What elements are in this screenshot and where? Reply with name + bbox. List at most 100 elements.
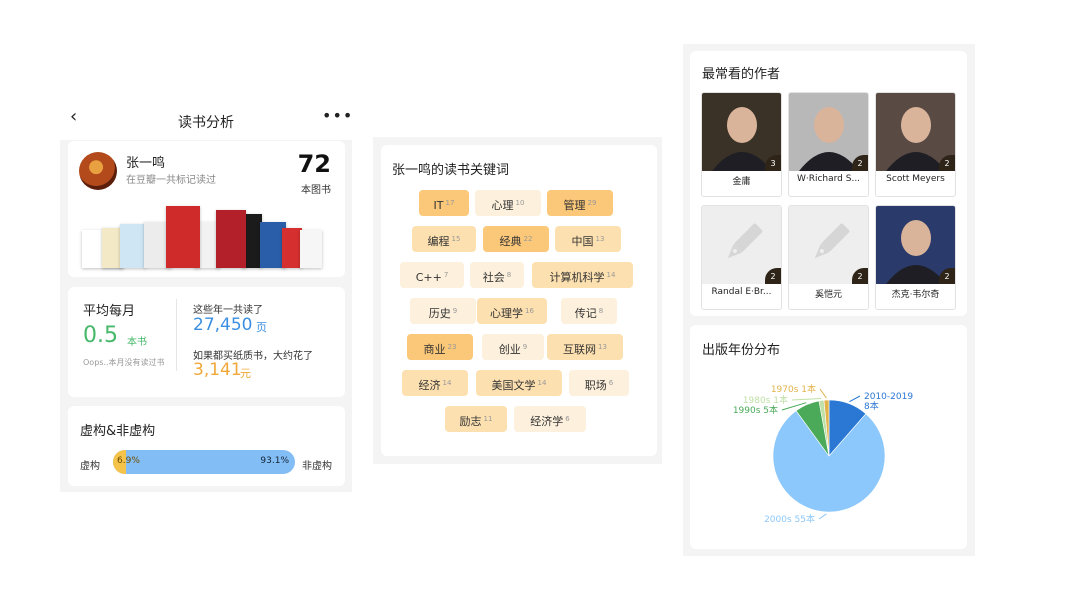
authors-title: 最常看的作者	[702, 67, 781, 82]
monthly-stats-card: 平均每月 0.5 本书 Oops..本月没有读过书 这些年一共读了 27,450…	[68, 287, 345, 397]
fiction-label: 虚构	[80, 461, 100, 472]
pie-leader-line	[849, 395, 861, 403]
pie-leader-line	[791, 398, 822, 401]
keyword-tag[interactable]: 历史 9	[410, 298, 476, 324]
authors-card: 最常看的作者 3 金庸 2 W·Richard S... 2 Scott Meyers 2 R…	[690, 51, 967, 316]
keyword-tag[interactable]: 职场 6	[569, 370, 629, 396]
avg-title: 平均每月	[83, 304, 136, 319]
keyword-count: 9	[522, 343, 528, 351]
book-cover-stack[interactable]	[82, 203, 332, 268]
keyword-label: 心理学	[490, 307, 524, 320]
author-name: 金庸	[732, 177, 751, 187]
keyword-tag[interactable]: 管理 29	[547, 190, 613, 216]
keyword-label: 互联网	[563, 343, 597, 356]
keyword-tag[interactable]: 社会 8	[470, 262, 524, 288]
keyword-label: 经济	[418, 379, 441, 392]
author-name: 杰克·韦尔奇	[891, 290, 940, 300]
books-read-unit: 本图书	[301, 185, 331, 196]
book-cover[interactable]	[282, 228, 302, 268]
author-card[interactable]: 3 金庸	[701, 92, 782, 197]
keyword-label: IT	[433, 199, 444, 212]
divider	[176, 299, 177, 371]
author-name: 奚恺元	[814, 290, 842, 300]
keyword-count: 16	[525, 307, 534, 315]
pie-label: 2010-2019 8本	[864, 392, 913, 412]
keyword-label: 管理	[563, 199, 586, 212]
book-cover[interactable]	[120, 224, 146, 268]
pie-label: 2000s 55本	[764, 513, 815, 525]
cost-unit: 元	[240, 367, 251, 380]
pie-leader-line	[818, 513, 827, 520]
pages-label: 这些年一共读了	[193, 305, 263, 316]
avg-value: 0.5	[83, 323, 118, 348]
keyword-count: 10	[515, 199, 525, 207]
pie-label: 1980s 1本	[743, 394, 788, 406]
fiction-percent: 6.9%	[117, 456, 140, 466]
keyword-tag[interactable]: 创业 9	[482, 334, 544, 360]
keyword-tag[interactable]: 美国文学 14	[476, 370, 562, 396]
author-card[interactable]: 2 Randal E·Br...	[701, 205, 782, 310]
keyword-count: 23	[447, 343, 457, 351]
avg-note: Oops..本月没有读过书	[83, 358, 165, 367]
keyword-count: 15	[451, 235, 461, 243]
books-read-count: 72	[297, 150, 331, 178]
keyword-count: 29	[587, 199, 597, 207]
author-name: W·Richard S...	[796, 174, 861, 184]
keyword-tag[interactable]: 编程 15	[412, 226, 476, 252]
book-cover[interactable]	[216, 210, 246, 268]
pie-leader-line	[819, 388, 827, 399]
keywords-card: 张一鸣的读书关键词 IT 17 心理 10 管理 29 编程 15 经典 22 中国 13 C++ 7 社会…	[381, 145, 657, 456]
keyword-count: 17	[445, 199, 455, 207]
keyword-count: 6	[565, 415, 570, 423]
pie-label: 1970s 1本	[771, 383, 816, 395]
keyword-count: 9	[452, 307, 458, 315]
keyword-count: 7	[443, 271, 449, 279]
keyword-tag[interactable]: 经济 14	[402, 370, 468, 396]
keyword-label: 励志	[459, 415, 482, 428]
author-card[interactable]: 2 杰克·韦尔奇	[875, 205, 956, 310]
keyword-count: 14	[537, 379, 547, 387]
keyword-tag[interactable]: 传记 8	[561, 298, 617, 324]
keyword-label: 历史	[428, 307, 451, 320]
keyword-count: 14	[606, 271, 616, 279]
keyword-tag[interactable]: 经典 22	[483, 226, 549, 252]
keyword-label: 创业	[498, 343, 521, 356]
fiction-title: 虚构&非虚构	[80, 424, 156, 439]
author-name: Scott Meyers	[886, 174, 945, 184]
keyword-label: 职场	[584, 379, 607, 392]
author-card[interactable]: 2 Scott Meyers	[875, 92, 956, 197]
keyword-tag[interactable]: 中国 13	[555, 226, 621, 252]
keyword-count: 8	[506, 271, 512, 279]
keyword-label: 社会	[482, 271, 505, 284]
author-card[interactable]: 2 奚恺元	[788, 205, 869, 310]
keyword-count: 6	[608, 379, 614, 387]
keyword-tag[interactable]: 心理学 16	[477, 298, 547, 324]
nonfiction-label: 非虚构	[302, 461, 332, 472]
book-cover[interactable]	[300, 230, 322, 268]
pages-unit: 页	[256, 321, 267, 334]
keyword-tag[interactable]: 励志 11	[445, 406, 507, 432]
keyword-label: 商业	[423, 343, 446, 356]
cost-value: 3,141	[193, 360, 242, 380]
keyword-tag[interactable]: 商业 23	[407, 334, 473, 360]
publication-year-pie: 2010-2019 8本2000s 55本1990s 5本1980s 1本1970…	[733, 383, 914, 525]
pages-value: 27,450	[193, 315, 253, 335]
keyword-label: 经济学	[530, 415, 564, 428]
keyword-label: 心理	[491, 199, 514, 212]
keyword-tag[interactable]: 心理 10	[475, 190, 541, 216]
keyword-tag[interactable]: 经济学 6	[514, 406, 586, 432]
keyword-tag[interactable]: IT 17	[419, 190, 469, 216]
book-cover[interactable]	[166, 206, 200, 268]
profile-card[interactable]: 张一鸣 在豆瓣一共标记读过 72 本图书	[68, 141, 345, 277]
keyword-tag[interactable]: 互联网 13	[547, 334, 623, 360]
author-name: Randal E·Br...	[711, 287, 772, 297]
keyword-tag[interactable]: 计算机科学 14	[532, 262, 633, 288]
keyword-label: 中国	[571, 235, 594, 248]
more-options-icon[interactable]: •••	[322, 106, 353, 125]
keyword-count: 22	[523, 235, 533, 243]
keyword-tag[interactable]: C++ 7	[400, 262, 464, 288]
author-card[interactable]: 2 W·Richard S...	[788, 92, 869, 197]
keywords-title: 张一鸣的读书关键词	[392, 163, 510, 178]
avatar[interactable]	[79, 152, 117, 190]
keyword-count: 11	[483, 415, 493, 423]
